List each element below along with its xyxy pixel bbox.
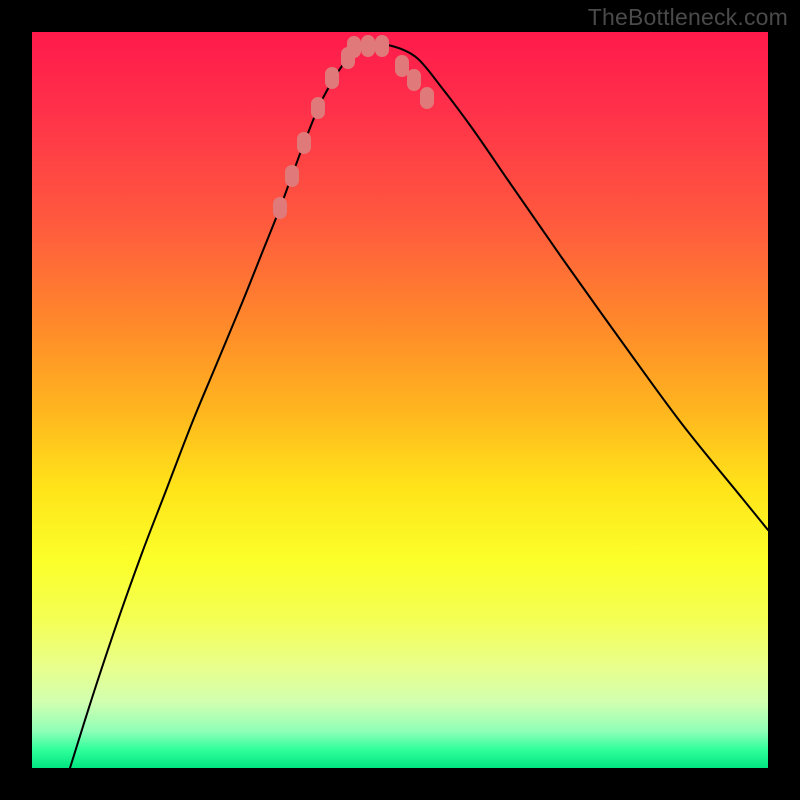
curve-marker <box>395 55 409 77</box>
watermark-label: TheBottleneck.com <box>588 4 788 31</box>
curve-marker <box>297 132 311 154</box>
chart-svg <box>32 32 768 768</box>
curve-marker <box>311 97 325 119</box>
curve-marker <box>273 197 287 219</box>
chart-frame: TheBottleneck.com <box>0 0 800 800</box>
curve-marker <box>285 165 299 187</box>
curve-marker <box>375 35 389 57</box>
plot-area <box>32 32 768 768</box>
curve-markers <box>273 35 434 219</box>
curve-marker <box>407 69 421 91</box>
curve-marker <box>347 36 361 58</box>
curve-marker <box>325 67 339 89</box>
curve-marker <box>361 35 375 57</box>
bottleneck-curve <box>70 44 768 768</box>
curve-marker <box>420 87 434 109</box>
